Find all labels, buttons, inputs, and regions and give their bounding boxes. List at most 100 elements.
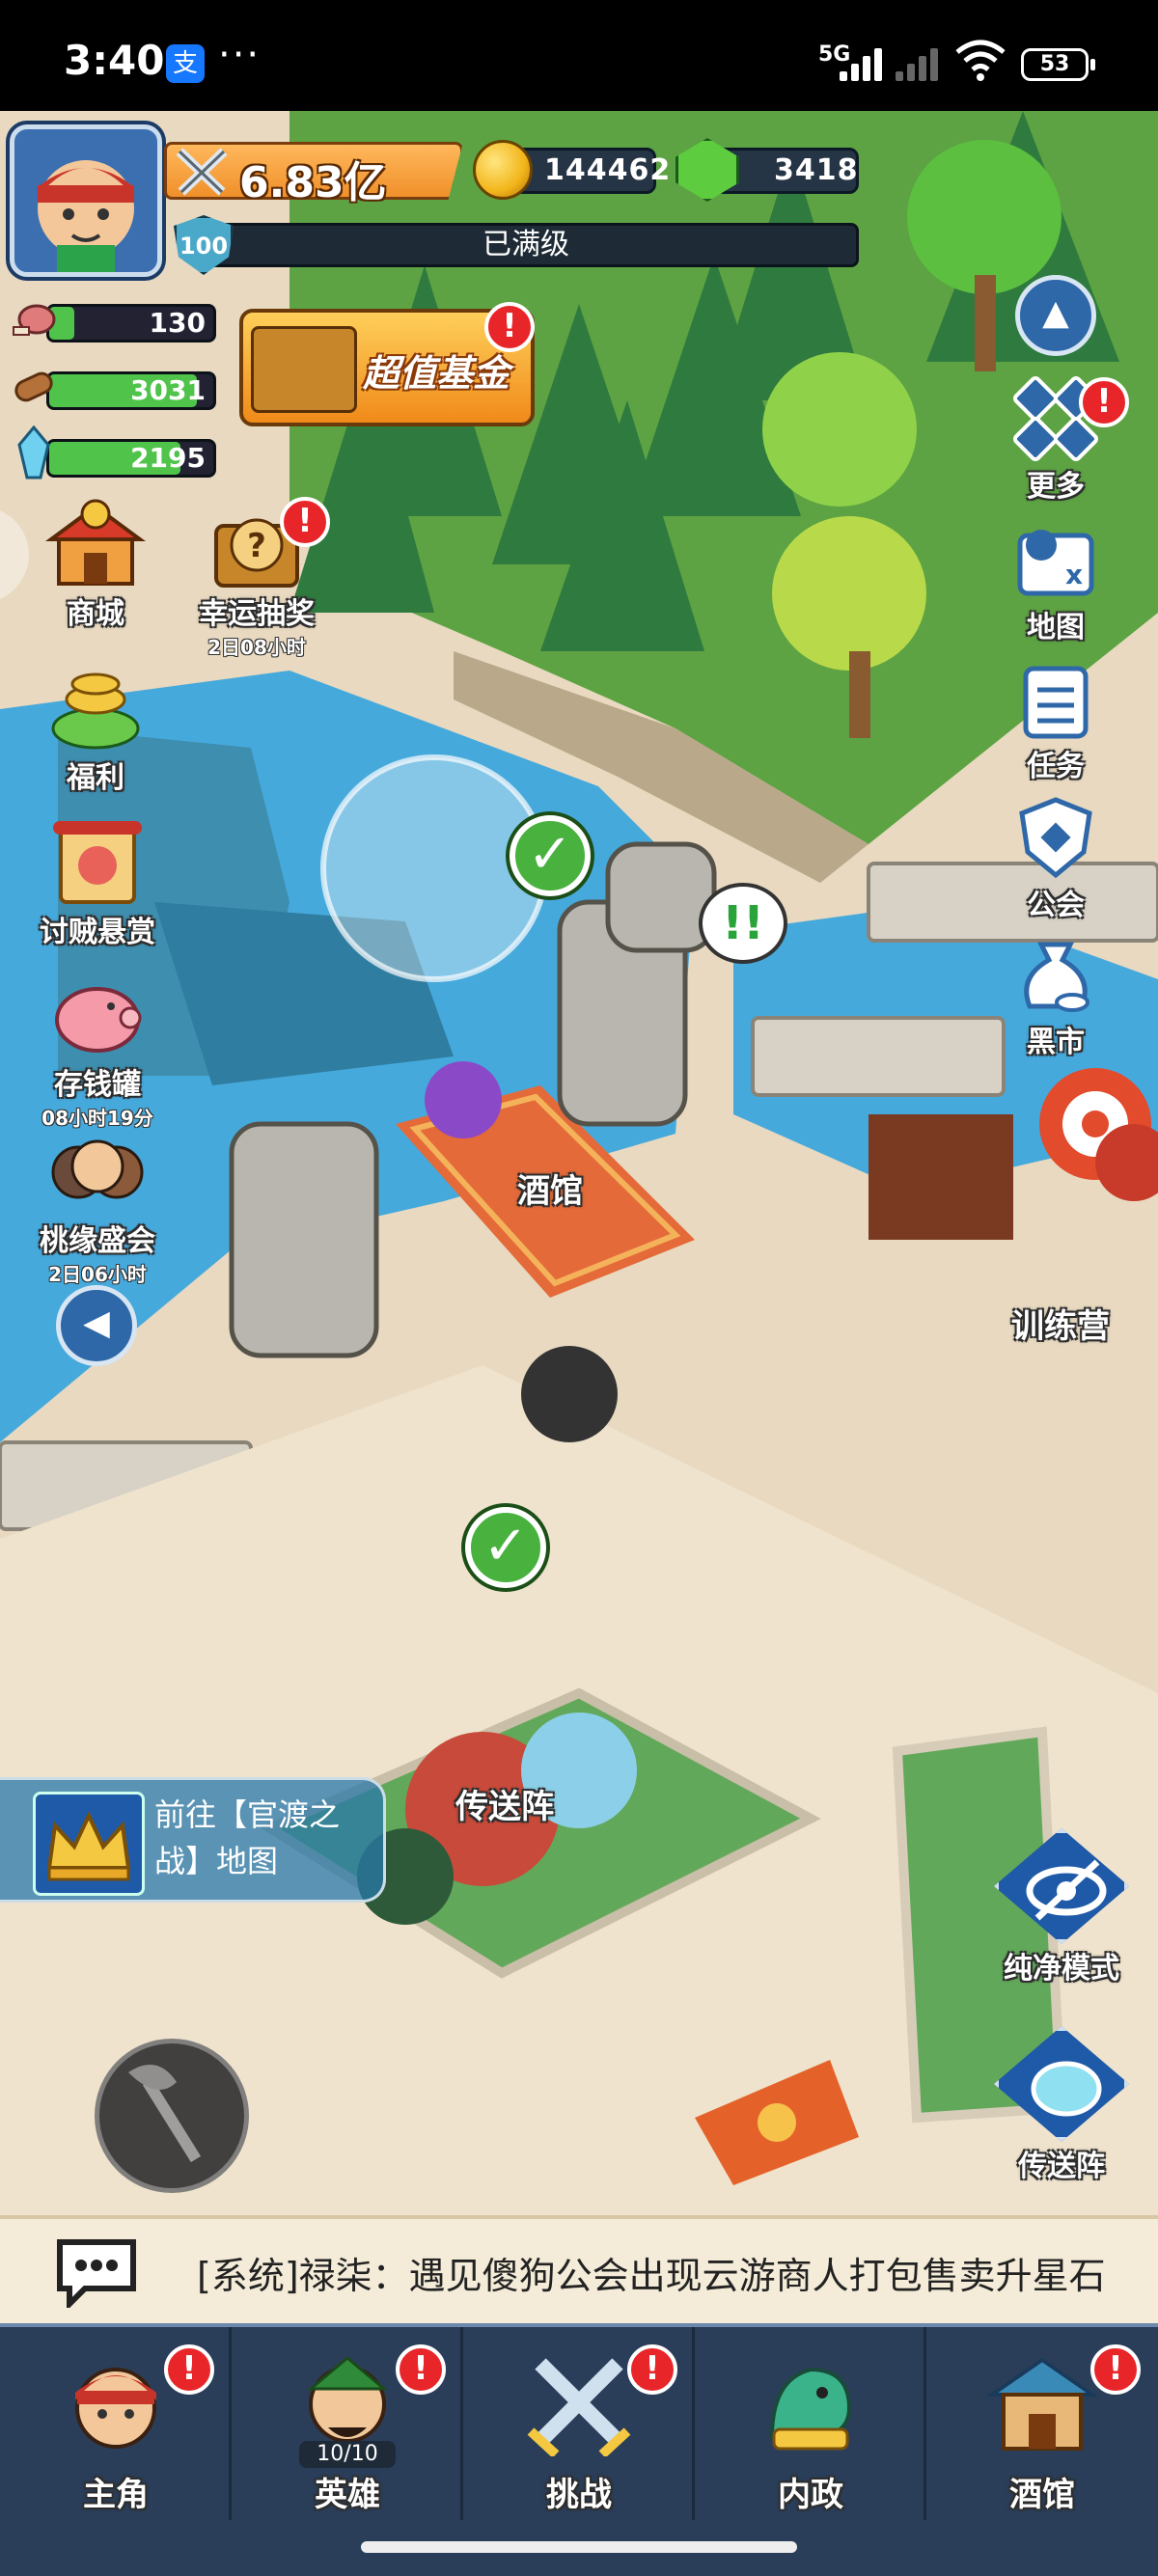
player-avatar[interactable] xyxy=(10,124,162,277)
quest-list-icon xyxy=(1012,655,1099,742)
portal-icon xyxy=(994,2026,1129,2142)
shop-icon xyxy=(44,497,147,589)
gem-value: 3418 xyxy=(774,153,859,187)
signal-icon xyxy=(840,46,892,81)
peach-feast-button[interactable]: 桃缘盛会 2日06小时 xyxy=(27,1124,168,1287)
nav-heroes-label: 英雄 xyxy=(315,2476,380,2514)
welfare-icon xyxy=(45,661,146,754)
nav-challenge[interactable]: 挑战 ! xyxy=(463,2327,695,2520)
nav-internal-affairs-label: 内政 xyxy=(778,2476,843,2514)
battery-indicator: 53 xyxy=(1021,48,1095,81)
money-bag-icon xyxy=(1012,931,1099,1018)
collapse-right-button[interactable]: ▲ xyxy=(1015,275,1096,356)
bottom-nav: 主角 ! 10/10 英雄 ! 挑战 ! 内政 酒馆 ! xyxy=(0,2323,1158,2576)
teleport-button[interactable]: 传送阵 xyxy=(975,2026,1148,2184)
checkmark-icon[interactable]: ✓ xyxy=(510,815,591,896)
chat-message: [系统]禄柒：遇见傻狗公会出现云游商人打包售卖升星石 xyxy=(197,2255,1106,2297)
bandit-bounty-label: 讨贼悬赏 xyxy=(40,916,155,949)
teleport-map-label[interactable]: 传送阵 xyxy=(455,1780,554,1827)
power-value: 6.83亿 xyxy=(239,158,387,207)
lucky-draw-timer: 2日08小时 xyxy=(207,636,306,659)
welfare-label: 福利 xyxy=(67,761,124,795)
piggy-bank-button[interactable]: 存钱罐 08小时19分 xyxy=(27,968,168,1131)
crystal-value: 2195 xyxy=(130,442,206,474)
nav-internal-affairs[interactable]: 内政 xyxy=(695,2327,926,2520)
home-indicator[interactable] xyxy=(361,2541,797,2553)
meat-icon xyxy=(10,294,58,343)
gold-coin-icon xyxy=(473,140,533,200)
attack-axe-button[interactable] xyxy=(95,2039,249,2193)
gold-value: 144462 xyxy=(544,153,672,187)
chevron-up-icon: ▲ xyxy=(1042,293,1069,333)
crystal-icon xyxy=(10,425,58,480)
alipay-icon: 支 xyxy=(166,44,205,83)
eye-off-icon xyxy=(994,1828,1129,1944)
nav-tavern[interactable]: 酒馆 ! xyxy=(926,2327,1158,2520)
crown-icon xyxy=(33,1792,145,1896)
level-bar: 已满级 xyxy=(193,223,859,267)
nav-hero-main[interactable]: 主角 ! xyxy=(0,2327,232,2520)
quest-alert-icon[interactable]: !! xyxy=(699,883,787,964)
map-icon: x xyxy=(1012,516,1099,603)
heroes-count: 10/10 xyxy=(299,2441,396,2468)
crystal-bar: 2195 xyxy=(46,439,216,478)
meat-value: 130 xyxy=(149,307,206,339)
teleport-quest-panel[interactable]: 前往【官渡之战】地图 xyxy=(0,1777,386,1903)
clean-mode-button[interactable]: 纯净模式 xyxy=(975,1828,1148,1987)
black-market-button[interactable]: 黑市 xyxy=(998,931,1114,1060)
treasure-chest-icon xyxy=(251,326,357,413)
black-market-label: 黑市 xyxy=(1027,1026,1085,1059)
wood-icon xyxy=(10,362,58,410)
tavern-map-label[interactable]: 酒馆 xyxy=(517,1165,583,1212)
wood-value: 3031 xyxy=(130,374,206,406)
bandit-bounty-button[interactable]: 讨贼悬赏 xyxy=(27,815,168,950)
nav-challenge-label: 挑战 xyxy=(546,2476,612,2514)
wifi-icon xyxy=(953,39,1007,91)
collapse-left-button[interactable]: ◀ xyxy=(56,1285,137,1366)
svg-text:x: x xyxy=(1065,559,1083,590)
more-dots-icon: ··· xyxy=(218,33,262,77)
status-time: 3:40 xyxy=(64,37,165,84)
teleport-quest-text: 前往【官渡之战】地图 xyxy=(154,1796,341,1879)
checkmark-icon[interactable]: ✓ xyxy=(465,1507,546,1588)
map-button[interactable]: x 地图 xyxy=(998,516,1114,645)
shop-button[interactable]: 商城 xyxy=(33,497,158,632)
map-background xyxy=(0,111,1158,2576)
status-bar: 3:40 支 ··· 5G 53 xyxy=(0,0,1158,111)
peach-feast-icon xyxy=(47,1124,148,1217)
map-label: 地图 xyxy=(1027,611,1085,644)
piggy-bank-label: 存钱罐 xyxy=(54,1068,141,1102)
quest-button[interactable]: 任务 xyxy=(998,655,1114,784)
alert-badge-icon: ! xyxy=(1090,2344,1141,2395)
alert-badge-icon: ! xyxy=(164,2344,214,2395)
game-map[interactable]: 酒馆 训练营 传送阵 ✓ ✓ !! 6.83亿 144462 3418 已满级 … xyxy=(0,111,1158,2576)
bounty-scroll-icon xyxy=(47,815,148,908)
welfare-button[interactable]: 福利 xyxy=(33,661,158,796)
guild-button[interactable]: 公会 xyxy=(998,794,1114,923)
value-fund-label: 超值基金 xyxy=(363,352,510,395)
peach-feast-timer: 2日06小时 xyxy=(48,1263,147,1286)
alert-badge-icon: ! xyxy=(1079,377,1129,427)
protagonist-icon xyxy=(58,2350,174,2456)
more-label: 更多 xyxy=(1027,470,1085,504)
alert-badge-icon: ! xyxy=(627,2344,677,2395)
nav-hero-main-label: 主角 xyxy=(83,2476,149,2514)
quest-label: 任务 xyxy=(1027,750,1085,783)
teleport-label: 传送阵 xyxy=(1018,2150,1105,2183)
chat-bar[interactable]: [系统]禄柒：遇见傻狗公会出现云游商人打包售卖升星石 xyxy=(0,2215,1158,2323)
guild-label: 公会 xyxy=(1027,889,1085,922)
shop-label: 商城 xyxy=(67,597,124,631)
crossed-swords-icon xyxy=(521,2350,637,2458)
guild-shield-icon xyxy=(1012,794,1099,881)
piggy-bank-icon xyxy=(47,968,148,1060)
meat-bar: 130 xyxy=(46,304,216,343)
wood-bar: 3031 xyxy=(46,371,216,410)
lucky-draw-label: 幸运抽奖 xyxy=(199,597,315,631)
dragon-icon xyxy=(753,2350,868,2456)
nav-heroes[interactable]: 10/10 英雄 ! xyxy=(232,2327,463,2520)
level-status: 已满级 xyxy=(482,228,569,261)
alert-badge-icon: ! xyxy=(484,302,535,352)
training-camp-label[interactable]: 训练营 xyxy=(1011,1300,1110,1347)
clean-mode-label: 纯净模式 xyxy=(1004,1952,1119,1986)
chat-bubble-icon xyxy=(52,2234,141,2312)
